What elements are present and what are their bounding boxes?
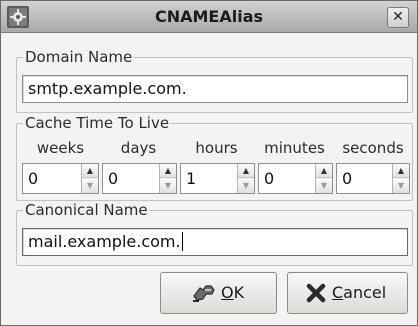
days-label: days: [120, 139, 157, 157]
weeks-arrows: ▲ ▼: [81, 164, 98, 193]
hours-value: 1: [186, 169, 197, 188]
cancel-x-icon: [306, 283, 326, 303]
arrow-down-icon: ▼: [86, 181, 94, 190]
seconds-increment-button[interactable]: ▲: [393, 164, 409, 178]
hours-decrement-button[interactable]: ▼: [238, 179, 254, 193]
seconds-arrows: ▲ ▼: [392, 164, 409, 193]
hours-label: hours: [195, 139, 238, 157]
cancel-button[interactable]: Cancel: [287, 272, 408, 314]
arrow-down-icon: ▼: [320, 181, 328, 190]
hours-spinbox[interactable]: 1 ▲ ▼: [180, 163, 255, 194]
arrow-up-icon: ▲: [242, 166, 250, 175]
seconds-label: seconds: [342, 139, 404, 157]
window-title: CNAMEAlias: [154, 7, 264, 26]
arrow-down-icon: ▼: [164, 181, 172, 190]
close-button[interactable]: ✕: [387, 7, 409, 28]
weeks-value: 0: [28, 169, 39, 188]
minutes-increment-button[interactable]: ▲: [316, 164, 332, 178]
cache-ttl-legend: Cache Time To Live: [25, 114, 170, 132]
ok-label: OK: [221, 283, 245, 302]
seconds-value: 0: [342, 169, 353, 188]
hours-arrows: ▲ ▼: [237, 164, 254, 193]
minutes-spinbox[interactable]: 0 ▲ ▼: [258, 163, 333, 194]
arrow-up-icon: ▲: [320, 166, 328, 175]
canonical-name-value: mail.example.com.: [28, 232, 181, 251]
hours-increment-button[interactable]: ▲: [238, 164, 254, 178]
minutes-value: 0: [264, 169, 275, 188]
dialog-window: CNAMEAlias ✕ Domain Name smtp.example.co…: [0, 0, 418, 326]
days-arrows: ▲ ▼: [159, 164, 176, 193]
close-icon: ✕: [392, 9, 404, 25]
ok-button[interactable]: OK: [160, 272, 277, 314]
canonical-name-input[interactable]: mail.example.com.: [22, 228, 408, 256]
weeks-increment-button[interactable]: ▲: [82, 164, 98, 178]
arrow-down-icon: ▼: [397, 181, 405, 190]
weeks-spinbox[interactable]: 0 ▲ ▼: [22, 163, 99, 194]
title-bar[interactable]: CNAMEAlias ✕: [1, 1, 417, 33]
arrow-up-icon: ▲: [164, 166, 172, 175]
arrow-down-icon: ▼: [242, 181, 250, 190]
canonical-name-legend: Canonical Name: [25, 201, 148, 219]
arrow-up-icon: ▲: [86, 166, 94, 175]
weeks-label: weeks: [36, 139, 85, 157]
domain-name-legend: Domain Name: [25, 48, 133, 66]
days-spinbox[interactable]: 0 ▲ ▼: [102, 163, 177, 194]
domain-name-input[interactable]: smtp.example.com.: [22, 75, 408, 103]
text-cursor: [181, 232, 183, 251]
domain-name-value: smtp.example.com.: [28, 79, 187, 98]
minutes-label: minutes: [264, 139, 325, 157]
cancel-label: Cancel: [332, 283, 387, 302]
minutes-arrows: ▲ ▼: [315, 164, 332, 193]
seconds-spinbox[interactable]: 0 ▲ ▼: [336, 163, 410, 194]
days-increment-button[interactable]: ▲: [160, 164, 176, 178]
seconds-decrement-button[interactable]: ▼: [393, 179, 409, 193]
minutes-decrement-button[interactable]: ▼: [316, 179, 332, 193]
weeks-decrement-button[interactable]: ▼: [82, 179, 98, 193]
days-decrement-button[interactable]: ▼: [160, 179, 176, 193]
arrow-up-icon: ▲: [397, 166, 405, 175]
ok-hand-icon: [193, 285, 215, 302]
days-value: 0: [108, 169, 119, 188]
